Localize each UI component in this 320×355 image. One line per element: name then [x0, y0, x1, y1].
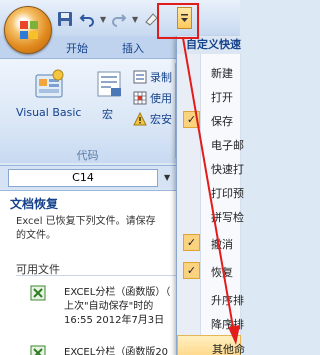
menu-item-label: 新建	[211, 67, 233, 80]
menu-item-sort-ascending[interactable]: 升序排	[177, 287, 244, 311]
macros-icon	[97, 71, 121, 97]
menu-item-print-preview[interactable]: 打印预	[177, 180, 244, 204]
customize-qat-menu: 自定义快速 新建 打开 ✓ 保存 电子邮 快速打 打印预 拼写检 ✓ 撤消 ✓ …	[176, 36, 245, 355]
menu-item-label: 保存	[211, 115, 233, 128]
warning-icon	[133, 112, 147, 126]
menu-item-label: 恢复	[211, 266, 233, 279]
file-timestamp: 16:55 2012年7月3日	[64, 315, 165, 326]
recovery-description: Excel 已恢复下列文件。请保存 的文件。	[16, 215, 186, 243]
checkmark-icon: ✓	[183, 111, 200, 128]
menu-item-email[interactable]: 电子邮	[177, 132, 244, 156]
menu-item-sort-descending[interactable]: 降序排	[177, 311, 244, 335]
name-box[interactable]: C14	[8, 169, 158, 187]
macro-security-button[interactable]: 宏安	[133, 111, 172, 127]
name-box-dropdown-icon[interactable]: ▼	[164, 173, 170, 182]
recovery-description-line2: 的文件。	[16, 230, 56, 241]
menu-item-redo[interactable]: ✓ 恢复	[177, 259, 241, 283]
file-status: 上次"自动保存"时的	[64, 301, 154, 312]
divider	[16, 275, 181, 276]
visual-basic-button[interactable]: Visual Basic	[16, 106, 81, 119]
menu-item-label: 打印预	[211, 187, 244, 200]
checkmark-icon: ✓	[183, 234, 200, 251]
record-macro-button[interactable]: 录制	[133, 69, 172, 85]
record-macro-label: 录制	[150, 71, 172, 84]
file-name: EXCEL分栏（函数版20	[64, 347, 169, 355]
record-macro-icon	[133, 70, 147, 84]
save-icon[interactable]	[56, 10, 74, 28]
menu-item-quick-print[interactable]: 快速打	[177, 156, 244, 180]
grid-icon	[133, 91, 147, 105]
excel-file-icon	[30, 285, 46, 301]
office-logo-icon	[20, 21, 38, 39]
macro-security-label: 宏安	[150, 113, 172, 126]
macros-button[interactable]: 宏	[102, 106, 113, 122]
menu-item-undo[interactable]: ✓ 撤消	[177, 231, 241, 255]
redo-icon[interactable]	[110, 10, 128, 28]
recovery-title: 文档恢复	[10, 197, 59, 211]
menu-item-label: 其他命	[212, 343, 245, 355]
tab-home[interactable]: 开始	[66, 40, 88, 56]
redo-dropdown-icon[interactable]: ▼	[132, 15, 138, 24]
office-button[interactable]	[4, 6, 52, 54]
menu-item-label: 快速打	[211, 163, 244, 176]
menu-item-label: 撤消	[211, 238, 233, 251]
checkmark-icon: ✓	[183, 262, 200, 279]
quick-access-toolbar: ▼ ▼	[56, 7, 160, 31]
menu-item-open[interactable]: 打开	[177, 84, 241, 108]
menu-item-label: 打开	[211, 91, 233, 104]
undo-icon[interactable]	[78, 10, 96, 28]
menu-item-new[interactable]: 新建	[177, 60, 241, 84]
undo-dropdown-icon[interactable]: ▼	[100, 15, 106, 24]
menu-item-spelling[interactable]: 拼写检	[177, 204, 244, 228]
relative-reference-button[interactable]: 使用	[133, 90, 172, 106]
tab-insert[interactable]: 插入	[122, 40, 144, 56]
code-group-label: 代码	[76, 149, 99, 162]
visual-basic-icon	[35, 69, 64, 98]
recovery-description-line1: Excel 已恢复下列文件。请保存	[16, 216, 156, 227]
highlight-box	[157, 3, 199, 39]
excel-file-icon	[30, 345, 46, 355]
menu-item-label: 降序排	[211, 318, 244, 331]
file-name: EXCEL分栏（函数版）（	[64, 287, 171, 298]
menu-item-more-commands[interactable]: 其他命	[177, 335, 245, 355]
menu-item-label: 拼写检	[211, 211, 244, 224]
relative-reference-label: 使用	[150, 92, 172, 105]
menu-item-label: 升序排	[211, 294, 244, 307]
menu-item-save[interactable]: ✓ 保存	[177, 108, 241, 132]
menu-item-label: 电子邮	[211, 139, 244, 152]
